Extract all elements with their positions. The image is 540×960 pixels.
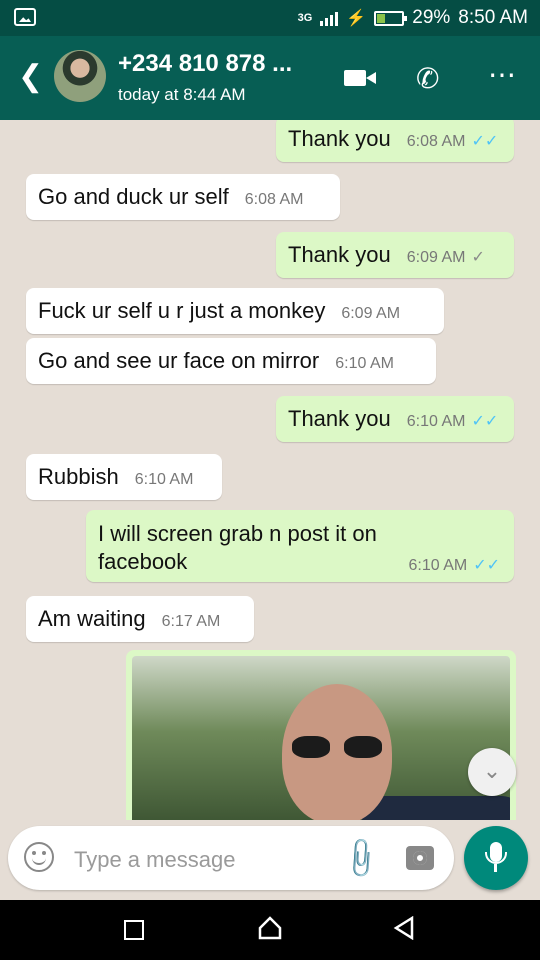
message-bubble-out[interactable]: Thank you 6:08 AM ✓✓ [276,120,514,162]
more-options-icon[interactable]: ⋯ [488,58,517,91]
back-icon[interactable] [392,916,416,940]
read-receipt-icon: ✓✓ [471,133,499,150]
message-time: 6:10 AM [335,355,394,372]
back-arrow-icon[interactable]: ❮ [18,62,43,92]
message-text: Go and see ur face on mirror [38,348,320,373]
message-text: Fuck ur self u r just a monkey [38,298,326,323]
gallery-notification-icon [14,8,36,26]
message-bubble-in[interactable]: Fuck ur self u r just a monkey 6:09 AM [26,288,444,334]
message-text: Thank you [288,242,391,267]
message-bubble-in[interactable]: Am waiting 6:17 AM [26,596,254,642]
voice-call-icon[interactable]: ✆ [416,62,439,95]
camera-icon[interactable] [406,846,434,870]
battery-percent: 29% [412,7,451,28]
last-seen: today at 8:44 AM [118,85,246,104]
read-receipt-icon: ✓✓ [471,413,499,430]
scroll-down-icon[interactable]: ⌄ [468,748,516,796]
message-composer: 📎 [8,826,454,890]
message-time: 6:10 AM [406,413,466,430]
message-bubble-in[interactable]: Go and see ur face on mirror 6:10 AM [26,338,436,384]
message-text: Thank you [288,126,391,151]
message-time: 6:10 AM [408,557,468,574]
contact-name[interactable]: +234 810 878 ... [118,50,292,78]
shared-photo[interactable] [132,656,510,820]
microphone-button[interactable] [464,826,528,890]
chat-area[interactable]: Thank you 6:08 AM ✓✓ Go and duck ur self 6:… [0,120,540,820]
message-bubble-in[interactable]: Rubbish 6:10 AM [26,454,222,500]
message-input[interactable] [72,846,326,874]
image-message-bubble[interactable] [126,650,516,820]
emoji-icon[interactable] [24,842,54,872]
status-bar: 3G ⚡ 29% 8:50 AM [0,0,540,36]
network-type: 3G [297,12,313,24]
message-text: Thank you [288,406,391,431]
message-time: 6:09 AM [341,305,401,322]
home-icon[interactable] [258,916,282,940]
message-time: 6:10 AM [134,471,194,488]
system-nav-bar [0,900,540,960]
message-bubble-in[interactable]: Go and duck ur self 6:08 AM [26,174,340,220]
chat-header: ❮ +234 810 878 ... today at 8:44 AM ✆ ⋯ [0,36,540,120]
sent-receipt-icon: ✓ [471,249,485,266]
battery-icon [374,10,408,26]
message-time: 6:08 AM [406,133,466,150]
charging-icon: ⚡ [346,10,367,27]
recent-apps-icon[interactable] [124,920,144,940]
video-call-icon[interactable] [344,70,376,86]
read-receipt-icon: ✓✓ [473,557,500,574]
attachment-icon[interactable]: 📎 [337,835,385,883]
message-text: Go and duck ur self [38,184,229,209]
message-time: 6:08 AM [244,191,304,208]
clock: 8:50 AM [458,7,528,28]
contact-avatar[interactable] [54,50,106,102]
message-bubble-out[interactable]: Thank you 6:10 AM ✓✓ [276,396,514,442]
message-time: 6:17 AM [161,613,221,630]
message-bubble-out[interactable]: Thank you 6:09 AM ✓ [276,232,514,278]
message-bubble-out[interactable]: I will screen grab n post it on facebook… [86,510,514,582]
signal-icon [320,10,339,26]
message-text: Rubbish [38,464,119,489]
message-time: 6:09 AM [406,249,466,266]
message-text: I will screen grab n post it on facebook [98,521,377,574]
message-text: Am waiting [38,606,146,631]
